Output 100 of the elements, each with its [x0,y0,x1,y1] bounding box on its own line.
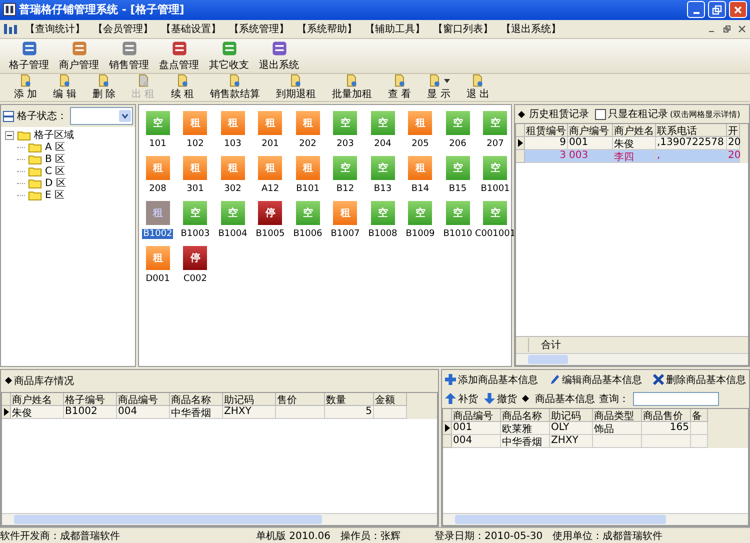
toolbar-button[interactable]: 销售款结算 [202,74,268,102]
toolbar-button[interactable]: 添加商品基本信息 [444,372,539,387]
stall-code[interactable]: 102 [186,139,205,150]
stall-code[interactable]: B1007 [330,229,361,240]
menu-item[interactable]: 【查询统计】 [22,22,88,36]
toolbar-button[interactable]: 销售管理 [104,38,154,74]
tree-item[interactable]: C 区 [45,164,66,178]
stall-code[interactable]: B12 [335,184,356,194]
stall-code[interactable]: B1002 [142,229,174,240]
menu-item[interactable]: 【退出系统】 [498,22,564,36]
toolbar-button[interactable]: 退出系统 [254,38,304,74]
toolbar-button[interactable]: 编辑商品基本信息 [548,372,643,387]
toolbar-button[interactable]: 盘点管理 [154,38,204,74]
horizontal-scrollbar[interactable] [2,513,437,526]
tree-item[interactable]: B 区 [45,152,66,166]
stall-code[interactable]: 201 [260,139,280,150]
stall-code[interactable]: B1003 [180,229,211,240]
stall-code[interactable]: B1008 [367,229,398,240]
stall-code[interactable]: 301 [186,184,205,194]
toolbar-button[interactable]: 续 租 [162,74,202,102]
stall-code[interactable]: B101 [295,184,320,194]
horizontal-scrollbar[interactable] [516,352,748,365]
tree-item[interactable]: D 区 [45,176,66,190]
toolbar-button[interactable]: 补货 [444,392,479,406]
stall-code[interactable]: C001001 [474,229,517,240]
restore-icon[interactable] [723,24,731,33]
table-cell: 004 [117,406,170,419]
stall-code[interactable]: B1009 [404,229,436,240]
toolbar-button[interactable]: 到期退租 [268,74,324,102]
table-row[interactable]: 9 001 朱俊 ,1390722578 20 [516,137,748,150]
cross-icon [653,374,664,386]
stall-code[interactable]: 206 [448,139,468,150]
folder-icon [28,166,42,177]
toolbar-button[interactable]: 商户管理 [54,38,104,74]
status-dropdown[interactable] [70,107,133,126]
menu-item[interactable]: 【辅助工具】 [362,22,428,36]
restore-button[interactable] [708,1,726,18]
stall-code[interactable]: B1001 [480,184,511,194]
stall-code[interactable]: 302 [223,184,242,194]
checkbox-label[interactable]: 只显在租记录 [608,107,668,122]
stall-code[interactable]: D001 [144,274,171,284]
toolbar-button[interactable]: 撤货 [483,392,518,406]
checkbox[interactable] [595,108,606,120]
stall-code[interactable]: B14 [410,184,430,194]
stall-code[interactable]: C002 [182,274,208,284]
toolbar-button[interactable]: 添 加 [6,74,46,102]
table-row[interactable]: 3 003 李四 , 20 [516,150,748,164]
minimize-button[interactable] [687,1,705,18]
toolbar-button[interactable]: 查 看 [380,74,420,102]
stall-code[interactable]: A12 [260,184,280,194]
menu-item[interactable]: 【系统帮助】 [294,22,360,36]
stall-code[interactable]: B1005 [254,229,286,240]
stall-code[interactable]: B13 [372,184,393,194]
tree-item[interactable]: E 区 [45,188,64,202]
app-logo-icon [3,3,16,16]
close-icon[interactable] [738,24,746,33]
stall-code[interactable]: B1006 [292,229,324,240]
menu-item[interactable]: 【基础设置】 [158,22,224,36]
toolbar-button[interactable]: 批量加租 [324,74,380,102]
tree-item[interactable]: A 区 [45,140,66,154]
collapse-icon[interactable] [5,130,14,140]
table-cell: 001 [452,422,501,435]
diamond-icon [522,395,529,402]
menu-item[interactable]: 【系统管理】 [226,22,292,36]
menu-item[interactable]: 【窗口列表】 [430,22,496,36]
stall-code[interactable]: 207 [486,139,505,150]
search-field[interactable] [633,392,719,406]
grid-logo-icon [4,22,18,35]
stall-code[interactable]: B15 [448,184,468,194]
stall-code[interactable]: 202 [298,139,318,150]
row-pointer-icon [4,408,8,416]
table-cell: 朱俊 [613,137,656,150]
stall-code[interactable]: 203 [336,139,355,150]
stall-code[interactable]: B1004 [217,229,248,240]
table-cell: 004 [452,434,501,448]
table-cell: ,1390722578 [656,137,727,150]
close-button[interactable] [729,1,747,18]
stall-code[interactable]: 101 [148,139,168,150]
toolbar-button[interactable]: 显 示 [419,74,458,102]
stall-code[interactable]: 205 [410,139,430,150]
tree-item[interactable]: 格子区域 [34,128,74,142]
stall-code[interactable]: 208 [148,184,168,194]
total-label: 合计 [528,338,573,352]
toolbar-button[interactable]: 删 除 [84,74,124,102]
toolbar-button[interactable]: 删除商品基本信息 [652,372,747,387]
stall-code[interactable]: 204 [373,139,392,150]
stall-code[interactable]: B1010 [442,229,474,240]
module-icon [70,40,88,57]
toolbar-button[interactable]: 其它收支 [204,38,254,74]
stall-code[interactable]: 103 [223,139,242,150]
menu-item[interactable]: 【会员管理】 [90,22,156,36]
toolbar-button[interactable]: 编 辑 [45,74,84,102]
stall-status-icon[interactable]: 停 [183,246,208,270]
folder-icon [28,154,42,165]
table-cell: 欧莱雅 [501,422,550,435]
horizontal-scrollbar[interactable] [443,513,748,526]
stall-status-icon[interactable]: 停 [258,201,282,226]
status-text: 单机版 2010.06 [256,530,332,543]
toolbar-button[interactable]: 格子管理 [4,38,54,74]
toolbar-button[interactable]: 退 出 [458,74,498,102]
